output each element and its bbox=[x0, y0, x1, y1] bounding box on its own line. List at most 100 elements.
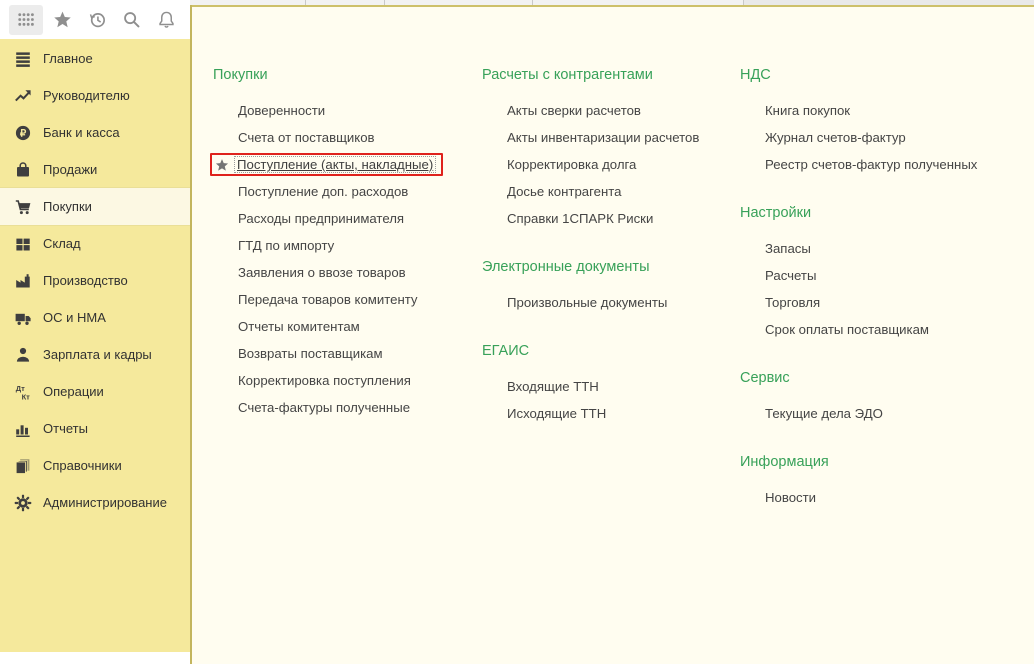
menu-link[interactable]: Счета от поставщиков bbox=[238, 130, 375, 145]
menu-link[interactable]: Доверенности bbox=[238, 103, 325, 118]
menu-item-row: Текущие дела ЭДО bbox=[765, 400, 1034, 427]
sidebar-item-label: Склад bbox=[43, 236, 81, 251]
menu-link[interactable]: ГТД по импорту bbox=[238, 238, 334, 253]
gear-icon bbox=[13, 493, 33, 513]
menu-link[interactable]: Запасы bbox=[765, 241, 811, 256]
menu-item-row: Счета от поставщиков bbox=[238, 124, 479, 151]
menu-link[interactable]: Акты инвентаризации расчетов bbox=[507, 130, 699, 145]
sidebar-item-rukovoditelyu[interactable]: Руководителю bbox=[0, 77, 190, 114]
menu-link[interactable]: Расчеты bbox=[765, 268, 816, 283]
menu-link[interactable]: Поступление (акты, накладные) bbox=[234, 156, 436, 173]
menu-section: НастройкиЗапасыРасчетыТорговляСрок оплат… bbox=[740, 203, 1034, 343]
sidebar-item-label: Отчеты bbox=[43, 421, 88, 436]
menu-link[interactable]: Расходы предпринимателя bbox=[238, 211, 404, 226]
menu-item-row: Поступление (акты, накладные) bbox=[238, 151, 479, 178]
history-clock-icon bbox=[88, 10, 107, 29]
menu-item-row: Исходящие ТТН bbox=[507, 400, 738, 427]
menu-item-row: Заявления о ввозе товаров bbox=[238, 259, 479, 286]
menu-link[interactable]: Реестр счетов-фактур полученных bbox=[765, 157, 977, 172]
section-title: Информация bbox=[740, 452, 1034, 472]
menu-item-row: Журнал счетов-фактур bbox=[765, 124, 1034, 151]
menu-item-row: Счета-фактуры полученные bbox=[238, 394, 479, 421]
menu-link[interactable]: Передача товаров комитенту bbox=[238, 292, 418, 307]
section-title: Электронные документы bbox=[482, 257, 738, 277]
sidebar-item-label: Производство bbox=[43, 273, 128, 288]
section-title: ЕГАИС bbox=[482, 341, 738, 361]
sidebar-item-label: ОС и НМА bbox=[43, 310, 106, 325]
ruble-coin-icon: ₽ bbox=[13, 123, 33, 143]
person-icon bbox=[13, 345, 33, 365]
menu-item-row: Возвраты поставщикам bbox=[238, 340, 479, 367]
star-small-icon bbox=[215, 158, 229, 172]
dt-kt-icon: ДтКт bbox=[13, 382, 33, 402]
section-title: Сервис bbox=[740, 368, 1034, 388]
sidebar-item-sklad[interactable]: Склад bbox=[0, 225, 190, 262]
sidebar-item-os-i-nma[interactable]: ОС и НМА bbox=[0, 299, 190, 336]
menu-link[interactable]: Текущие дела ЭДО bbox=[765, 406, 883, 421]
sidebar-item-proizvodstvo[interactable]: Производство bbox=[0, 262, 190, 299]
menu-link[interactable]: Входящие ТТН bbox=[507, 379, 599, 394]
menu-item-row: Новости bbox=[765, 484, 1034, 511]
menu-item-row: Акты сверки расчетов bbox=[507, 97, 738, 124]
sidebar-item-pokupki[interactable]: Покупки bbox=[0, 188, 190, 225]
menu-item-row: Входящие ТТН bbox=[507, 373, 738, 400]
notifications-bell-icon bbox=[157, 10, 176, 29]
sidebar-item-administrirovanie[interactable]: Администрирование bbox=[0, 484, 190, 521]
menu-link[interactable]: Справки 1СПАРК Риски bbox=[507, 211, 653, 226]
factory-icon bbox=[13, 271, 33, 291]
section-title: НДС bbox=[740, 65, 1034, 85]
menu-item-row: Расчеты bbox=[765, 262, 1034, 289]
menu-link[interactable]: Корректировка поступления bbox=[238, 373, 411, 388]
menu-link[interactable]: Корректировка долга bbox=[507, 157, 636, 172]
menu-link[interactable]: Отчеты комитентам bbox=[238, 319, 360, 334]
sidebar-item-label: Операции bbox=[43, 384, 104, 399]
menu-item-row: Запасы bbox=[765, 235, 1034, 262]
app-window: Главное Руководителю₽Банк и касса Продажи П… bbox=[0, 0, 1034, 664]
favorites-star-icon bbox=[53, 10, 72, 29]
highlight-frame: Поступление (акты, накладные) bbox=[210, 153, 443, 176]
sidebar-item-glavnoe[interactable]: Главное bbox=[0, 40, 190, 77]
sidebar-item-otchety[interactable]: Отчеты bbox=[0, 410, 190, 447]
menu-link[interactable]: Исходящие ТТН bbox=[507, 406, 606, 421]
menu-section: Информация Новости bbox=[740, 452, 1034, 511]
toolbar-button-search[interactable] bbox=[117, 5, 147, 35]
sidebar-item-label: Главное bbox=[43, 51, 93, 66]
apps-grid-icon bbox=[17, 10, 36, 29]
menu-link[interactable]: Заявления о ввозе товаров bbox=[238, 265, 406, 280]
toolbar-button-favorites-star[interactable] bbox=[48, 5, 78, 35]
menu-link[interactable]: Поступление доп. расходов bbox=[238, 184, 408, 199]
sidebar-item-label: Продажи bbox=[43, 162, 97, 177]
menu-link[interactable]: Счета-фактуры полученные bbox=[238, 400, 410, 415]
sidebar-item-bank-i-kassa[interactable]: ₽Банк и касса bbox=[0, 114, 190, 151]
menu-section: Сервис Текущие дела ЭДО bbox=[740, 368, 1034, 427]
sidebar-item-prodazhi[interactable]: Продажи bbox=[0, 151, 190, 188]
menu-link[interactable]: Произвольные документы bbox=[507, 295, 667, 310]
menu-item-row: Реестр счетов-фактур полученных bbox=[765, 151, 1034, 178]
sidebar-item-spravochniki[interactable]: Справочники bbox=[0, 447, 190, 484]
sidebar-item-zarplata-i-kadry[interactable]: Зарплата и кадры bbox=[0, 336, 190, 373]
toolbar-button-apps-grid[interactable] bbox=[9, 5, 43, 35]
menu-link[interactable]: Журнал счетов-фактур bbox=[765, 130, 906, 145]
menu-section: НДС Книга покупок Журнал счетов-фактур Реес… bbox=[740, 65, 1034, 178]
sidebar-item-operacii[interactable]: ДтКт Операции bbox=[0, 373, 190, 410]
menu-link[interactable]: Книга покупок bbox=[765, 103, 850, 118]
menu-link[interactable]: Срок оплаты поставщикам bbox=[765, 322, 929, 337]
menu-section: Электронные документы Произвольные докуме… bbox=[482, 257, 738, 316]
menu-link[interactable]: Возвраты поставщикам bbox=[238, 346, 383, 361]
toolbar-button-history-clock[interactable] bbox=[82, 5, 112, 35]
menu-link[interactable]: Новости bbox=[765, 490, 816, 505]
menu-item-row: Досье контрагента bbox=[507, 178, 738, 205]
menu-lines-icon bbox=[13, 49, 33, 69]
menu-link[interactable]: Акты сверки расчетов bbox=[507, 103, 641, 118]
sidebar-footer bbox=[0, 652, 190, 664]
sidebar-item-label: Зарплата и кадры bbox=[43, 347, 152, 362]
toolbar-button-notifications-bell[interactable] bbox=[151, 5, 181, 35]
menu-item-row: Книга покупок bbox=[765, 97, 1034, 124]
panel-column-1: ПокупкиДоверенностиСчета от поставщиковП… bbox=[213, 65, 479, 421]
menu-item-row: Справки 1СПАРК Риски bbox=[507, 205, 738, 232]
panel-column-3: НДС Книга покупок Журнал счетов-фактур Реес… bbox=[740, 65, 1034, 511]
svg-text:Кт: Кт bbox=[22, 392, 31, 400]
cart-icon bbox=[13, 197, 33, 217]
menu-link[interactable]: Торговля bbox=[765, 295, 820, 310]
menu-link[interactable]: Досье контрагента bbox=[507, 184, 621, 199]
